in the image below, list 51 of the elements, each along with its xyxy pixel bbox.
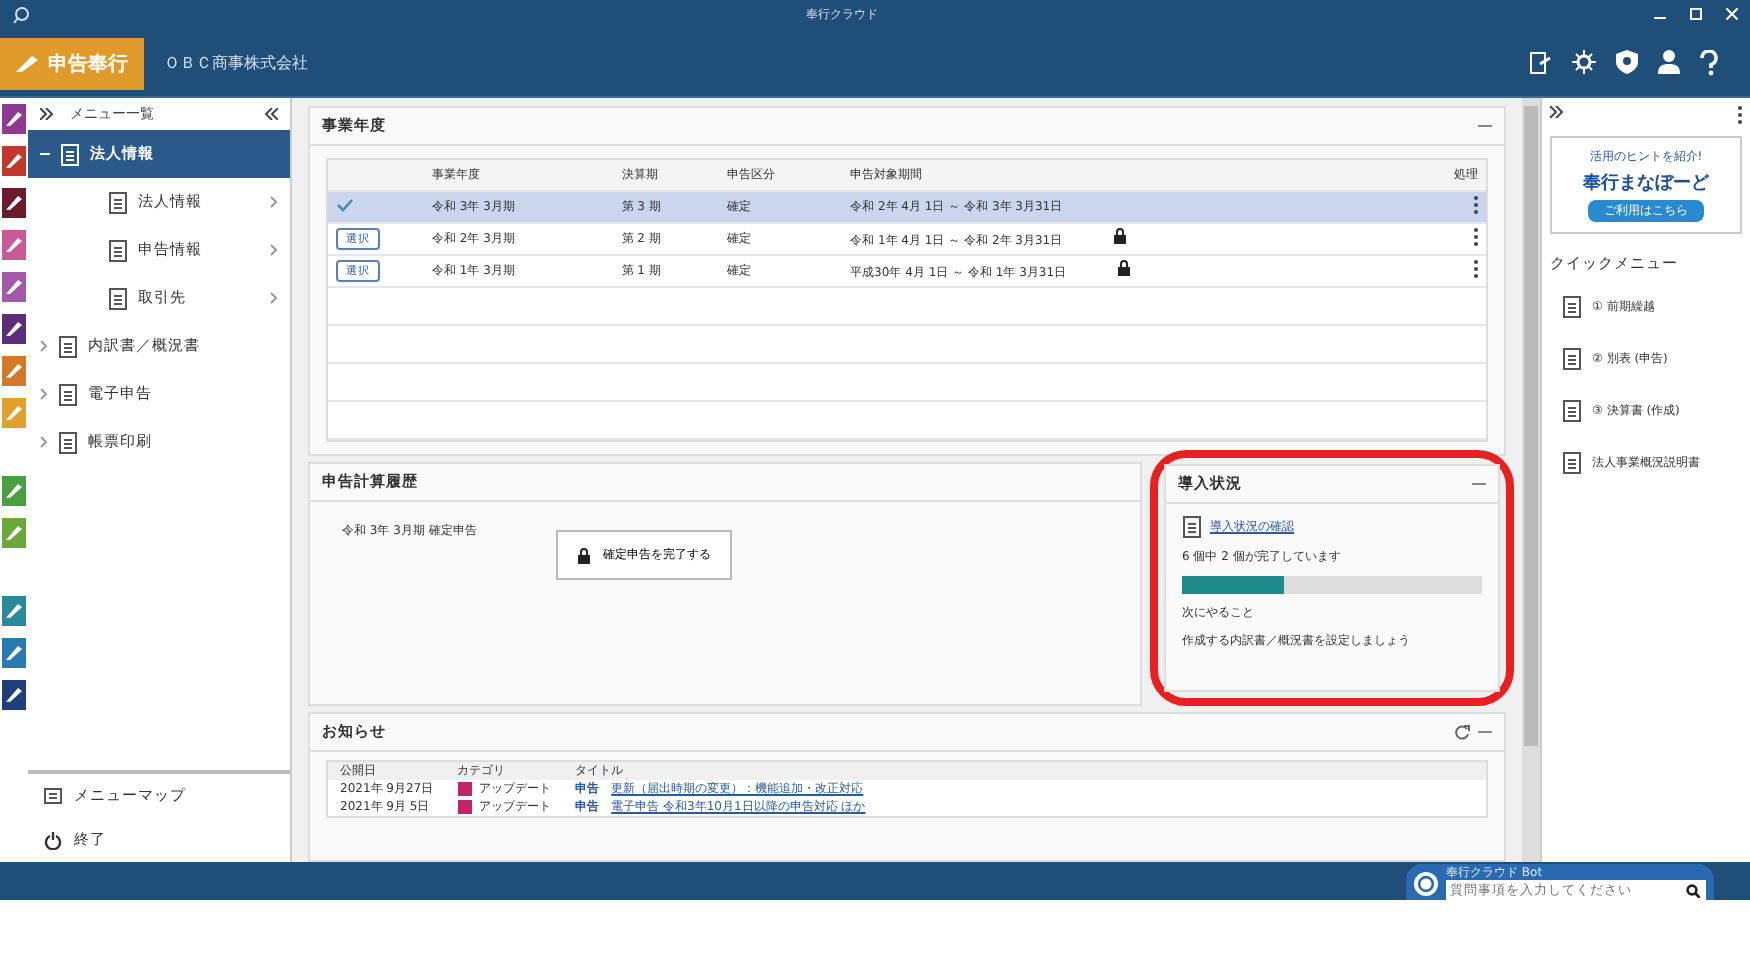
lock-icon (1118, 260, 1131, 276)
lock-icon (1114, 228, 1127, 244)
refresh-icon[interactable] (1454, 724, 1470, 740)
document-icon (1562, 451, 1582, 473)
app-tile[interactable] (2, 272, 26, 302)
map-icon (44, 788, 62, 804)
document-icon (60, 143, 80, 165)
chevron-icon (270, 243, 278, 255)
expand-icon[interactable] (40, 108, 54, 120)
app-tile[interactable] (2, 146, 26, 176)
document-icon (1562, 295, 1582, 317)
document-icon (1562, 347, 1582, 369)
chevron-icon (270, 291, 278, 303)
user-icon[interactable] (1658, 50, 1680, 74)
app-tile[interactable] (2, 398, 26, 428)
company-name: ＯＢＣ商事株式会社 (164, 51, 310, 73)
chat-icon[interactable] (1414, 871, 1438, 895)
settings-icon[interactable] (1572, 50, 1596, 74)
power-icon (44, 831, 62, 849)
product-logo: 申告奉行 (0, 38, 144, 90)
app-tile[interactable] (2, 104, 26, 134)
app-tile[interactable] (2, 596, 26, 626)
document-icon (1562, 399, 1582, 421)
chevron-icon (270, 195, 278, 207)
banner-title: 奉行まなぼーど (1583, 171, 1709, 196)
app-tile[interactable] (2, 230, 26, 260)
collapse-icon[interactable] (264, 108, 278, 120)
search-icon[interactable] (1686, 883, 1700, 897)
document-icon (108, 287, 128, 309)
close-icon[interactable] (1726, 8, 1738, 20)
expand-icon[interactable] (1550, 106, 1564, 118)
app-tile[interactable] (2, 188, 26, 218)
document-icon (108, 191, 128, 213)
help-icon[interactable] (1700, 49, 1718, 75)
shield-icon[interactable] (1616, 50, 1638, 74)
document-icon (58, 335, 78, 357)
document-icon (58, 383, 78, 405)
lock-icon (578, 547, 591, 563)
scrollbar[interactable] (1522, 98, 1540, 862)
check-icon (336, 198, 354, 212)
app-tile[interactable] (2, 314, 26, 344)
document-icon (108, 239, 128, 261)
document-icon (1182, 516, 1202, 538)
app-tile[interactable] (2, 518, 26, 548)
document-icon (58, 431, 78, 453)
edit-icon[interactable] (1530, 51, 1552, 73)
app-tile[interactable] (2, 476, 26, 506)
app-tile[interactable] (2, 680, 26, 710)
app-tile[interactable] (2, 356, 26, 386)
maximize-icon[interactable] (1690, 8, 1702, 20)
app-tile[interactable] (2, 638, 26, 668)
